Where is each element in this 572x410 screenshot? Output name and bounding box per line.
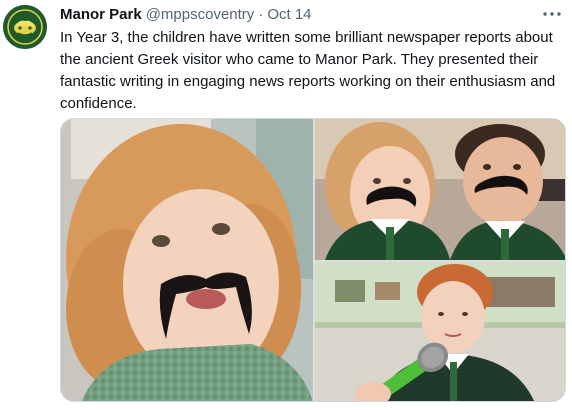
- separator-dot: ·: [258, 6, 264, 23]
- photo-two-children-moustaches[interactable]: [315, 119, 565, 260]
- avatar[interactable]: [3, 5, 47, 49]
- more-options-button[interactable]: [540, 2, 564, 26]
- author-handle[interactable]: @mppscoventry: [146, 5, 255, 25]
- tweet-text: In Year 3, the children have written som…: [60, 29, 556, 112]
- more-horizontal-icon: [543, 12, 561, 16]
- media-grid: [60, 118, 566, 402]
- photo-girl-moustache[interactable]: [61, 119, 313, 401]
- tweet-date[interactable]: Oct 14: [267, 5, 311, 25]
- tweet-header: Manor Park @mppscoventry · Oct 14: [60, 5, 312, 25]
- school-logo-icon: [3, 5, 47, 49]
- photo-boy-microphone[interactable]: [315, 262, 565, 401]
- author-name[interactable]: Manor Park: [60, 5, 142, 25]
- tweet[interactable]: Manor Park @mppscoventry · Oct 14 In Yea…: [0, 0, 572, 410]
